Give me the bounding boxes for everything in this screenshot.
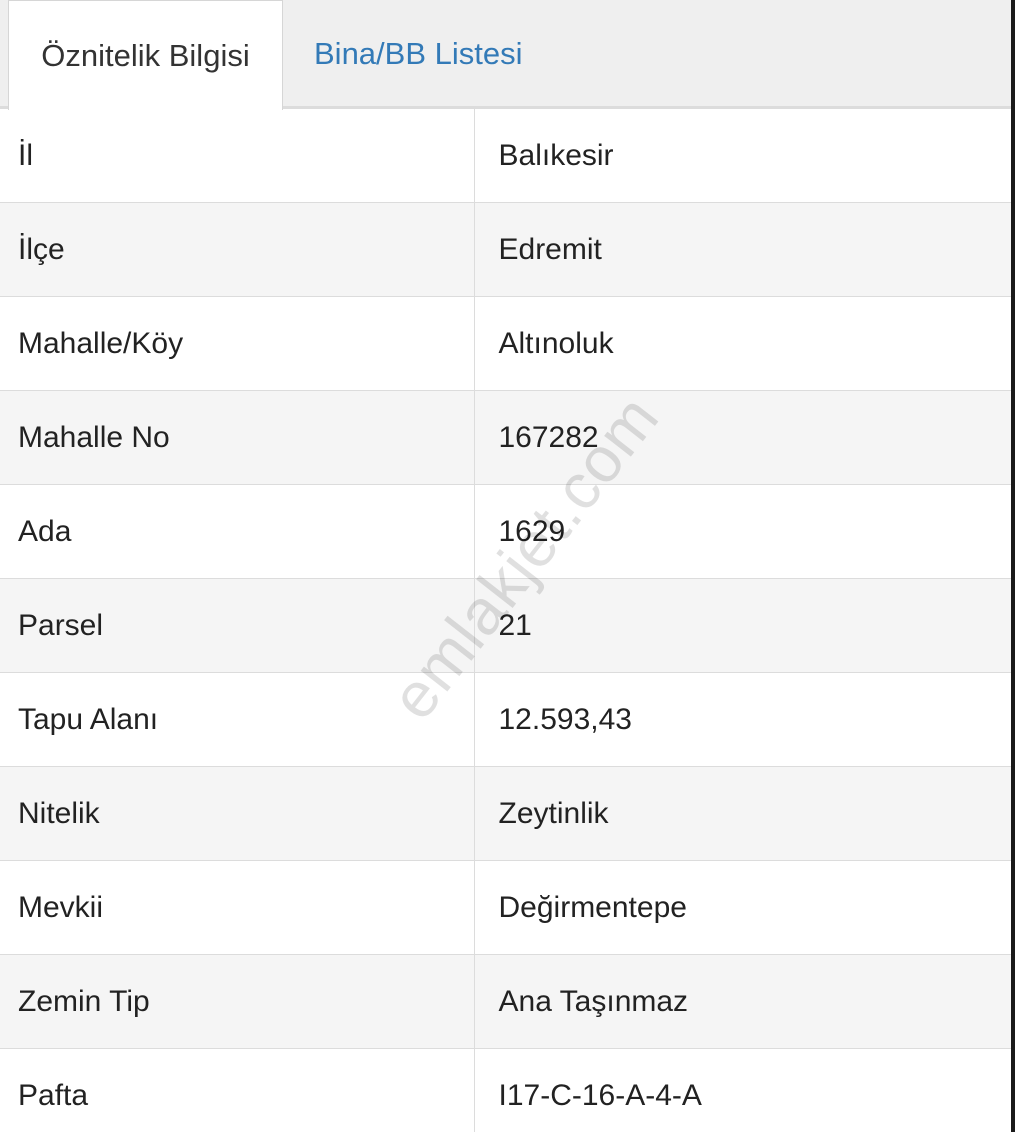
tab-building-list[interactable]: Bina/BB Listesi — [314, 0, 523, 108]
tab-building-list-label: Bina/BB Listesi — [314, 36, 523, 71]
tab-bar: Öznitelik Bilgisi Bina/BB Listesi — [0, 0, 1015, 110]
attribute-panel: Öznitelik Bilgisi Bina/BB Listesi İl Bal… — [0, 0, 1015, 1132]
row-label: Tapu Alanı — [0, 672, 474, 767]
row-label: Mahalle/Köy — [0, 296, 474, 391]
row-value: 1629 — [473, 484, 1011, 579]
row-value: 167282 — [473, 390, 1011, 485]
row-value: Altınoluk — [473, 296, 1011, 391]
row-value: Ana Taşınmaz — [473, 954, 1011, 1049]
table-row: İl Balıkesir — [0, 108, 1011, 203]
row-value: I17-C-16-A-4-A — [473, 1048, 1011, 1132]
row-label: İl — [0, 108, 474, 203]
row-label: Mahalle No — [0, 390, 474, 485]
table-row: Parsel 21 — [0, 578, 1011, 673]
table-row: Mahalle/Köy Altınoluk — [0, 296, 1011, 391]
row-value: Edremit — [473, 202, 1011, 297]
table-row: Nitelik Zeytinlik — [0, 766, 1011, 861]
row-label: Pafta — [0, 1048, 474, 1132]
row-value: Balıkesir — [473, 108, 1011, 203]
row-label: Mevkii — [0, 860, 474, 955]
tab-attribute-info[interactable]: Öznitelik Bilgisi — [8, 0, 283, 110]
window-edge — [1011, 0, 1015, 1132]
row-label: İlçe — [0, 202, 474, 297]
row-label: Nitelik — [0, 766, 474, 861]
row-value: 12.593,43 — [473, 672, 1011, 767]
row-value: Zeytinlik — [473, 766, 1011, 861]
table-row: Ada 1629 — [0, 484, 1011, 579]
table-row: Pafta I17-C-16-A-4-A — [0, 1048, 1011, 1132]
attribute-table: İl Balıkesir İlçe Edremit Mahalle/Köy Al… — [0, 108, 1011, 1132]
table-row: Mahalle No 167282 — [0, 390, 1011, 485]
row-label: Zemin Tip — [0, 954, 474, 1049]
table-row: İlçe Edremit — [0, 202, 1011, 297]
table-row: Mevkii Değirmentepe — [0, 860, 1011, 955]
table-row: Zemin Tip Ana Taşınmaz — [0, 954, 1011, 1049]
row-label: Parsel — [0, 578, 474, 673]
row-label: Ada — [0, 484, 474, 579]
row-value: Değirmentepe — [473, 860, 1011, 955]
tab-attribute-info-label: Öznitelik Bilgisi — [41, 37, 250, 73]
table-row: Tapu Alanı 12.593,43 — [0, 672, 1011, 767]
row-value: 21 — [473, 578, 1011, 673]
